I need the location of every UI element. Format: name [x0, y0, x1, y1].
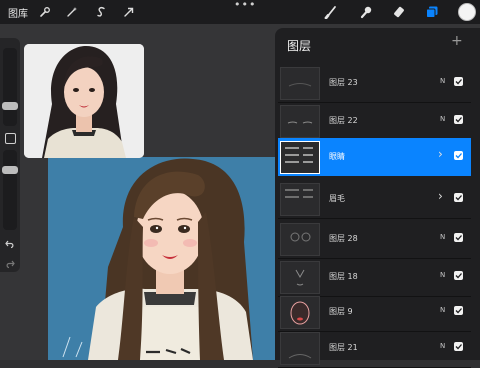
- layer-name: 图层 18: [329, 272, 358, 281]
- wrench-icon[interactable]: [37, 4, 53, 20]
- layer-name: 图层 28: [329, 234, 358, 243]
- transform-arrow-icon[interactable]: [121, 4, 137, 20]
- layer-thumbnail: [280, 105, 320, 138]
- gallery-button[interactable]: 图库: [8, 5, 28, 20]
- layer-group-name: 眼睛: [329, 152, 345, 161]
- layer-name: 图层 21: [329, 343, 358, 352]
- brush-size-slider[interactable]: [3, 48, 17, 126]
- layer-row[interactable]: 图层 18 N: [278, 258, 471, 297]
- visibility-checkbox[interactable]: [454, 271, 463, 280]
- layer-thumbnail: [280, 332, 320, 365]
- eraser-icon[interactable]: [391, 4, 407, 20]
- redo-icon[interactable]: [5, 254, 15, 273]
- more-menu-button[interactable]: •••: [234, 0, 256, 11]
- layer-thumbnail: [280, 261, 320, 294]
- layer-row[interactable]: 图层 23 N: [278, 64, 471, 103]
- chevron-right-icon[interactable]: ›: [438, 147, 443, 161]
- layer-name: 图层 23: [329, 78, 358, 87]
- visibility-checkbox[interactable]: [454, 306, 463, 315]
- layer-thumbnail: [280, 67, 320, 100]
- brush-size-thumb[interactable]: [2, 102, 18, 110]
- layer-thumbnail: [280, 296, 320, 329]
- blend-mode-button[interactable]: N: [440, 342, 445, 350]
- layers-icon[interactable]: [424, 4, 440, 20]
- magic-wand-icon[interactable]: [64, 4, 80, 20]
- blend-mode-button[interactable]: N: [440, 115, 445, 123]
- brush-icon[interactable]: [323, 4, 339, 20]
- opacity-slider[interactable]: [3, 150, 17, 230]
- blend-mode-button[interactable]: N: [440, 77, 445, 85]
- blend-mode-button[interactable]: N: [440, 306, 445, 314]
- selection-s-icon[interactable]: [93, 4, 109, 20]
- undo-icon[interactable]: [5, 234, 15, 253]
- layer-row[interactable]: 图层 9 N: [278, 293, 471, 332]
- layer-thumbnail: [280, 223, 320, 256]
- layers-panel-title: 图层: [287, 39, 312, 53]
- visibility-checkbox[interactable]: [454, 193, 463, 202]
- blend-mode-button[interactable]: N: [440, 233, 445, 241]
- layer-row[interactable]: 图层 22 N: [278, 102, 471, 141]
- layer-name: 图层 9: [329, 307, 353, 316]
- visibility-checkbox[interactable]: [454, 233, 463, 242]
- opacity-thumb[interactable]: [2, 166, 18, 174]
- layer-row[interactable]: 图层 28 N: [278, 220, 471, 259]
- layer-group-name: 眉毛: [329, 194, 345, 203]
- layer-name: 图层 22: [329, 116, 358, 125]
- reference-photo[interactable]: [24, 44, 144, 158]
- modify-button[interactable]: [5, 133, 16, 144]
- group-thumbnail: [280, 141, 320, 174]
- add-layer-button[interactable]: +: [451, 33, 463, 49]
- visibility-checkbox[interactable]: [454, 115, 463, 124]
- smudge-icon[interactable]: [358, 4, 374, 20]
- layer-row[interactable]: 图层 21 N: [278, 329, 471, 368]
- chevron-right-icon[interactable]: ›: [438, 189, 443, 203]
- group-thumbnail: [280, 183, 320, 216]
- visibility-checkbox[interactable]: [454, 77, 463, 86]
- layer-group-row-active[interactable]: 眼睛 ›: [278, 138, 471, 176]
- artwork-canvas[interactable]: [48, 157, 288, 360]
- blend-mode-button[interactable]: N: [440, 271, 445, 279]
- visibility-checkbox[interactable]: [454, 151, 463, 160]
- color-picker-button[interactable]: [458, 3, 476, 21]
- layer-group-row[interactable]: 眉毛 ›: [278, 180, 471, 219]
- visibility-checkbox[interactable]: [454, 342, 463, 351]
